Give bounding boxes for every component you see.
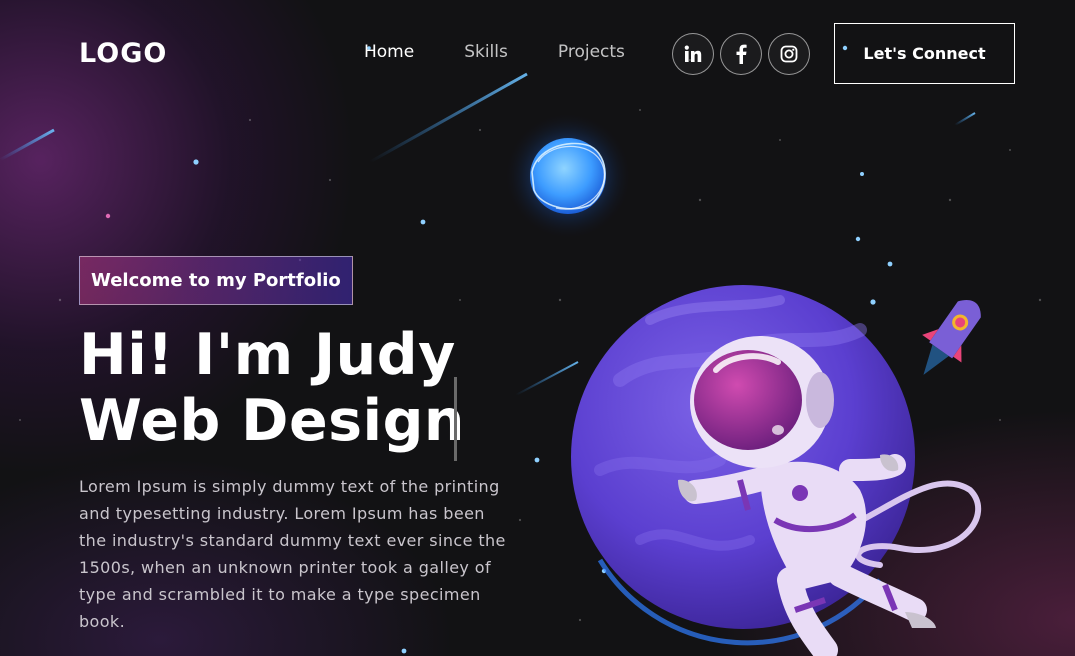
astronaut-illustration (678, 336, 982, 656)
lets-connect-button[interactable]: Let's Connect (834, 23, 1015, 84)
linkedin-icon (684, 45, 702, 62)
linkedin-button[interactable] (672, 33, 714, 75)
logo[interactable]: LOGO (79, 38, 167, 69)
facebook-button[interactable] (720, 33, 762, 75)
headline-line-2: Web Design (79, 388, 465, 454)
nav-skills[interactable]: Skills (464, 42, 508, 62)
nav-projects[interactable]: Projects (558, 42, 625, 62)
purple-planet (571, 285, 915, 646)
instagram-button[interactable] (768, 33, 810, 75)
hero-description: Lorem Ipsum is simply dummy text of the … (79, 477, 506, 631)
typing-cursor (454, 377, 457, 461)
nav-home[interactable]: Home (364, 42, 414, 62)
rocket-illustration (922, 300, 981, 375)
blue-planet (506, 114, 630, 238)
main-nav: Home Skills Projects (364, 42, 675, 62)
instagram-icon (780, 45, 798, 63)
facebook-icon (736, 44, 747, 64)
hero-headline: Hi! I'm Judy Web Design (79, 322, 465, 454)
headline-line-1: Hi! I'm Judy (79, 322, 456, 388)
welcome-tagline: Welcome to my Portfolio (79, 256, 353, 305)
